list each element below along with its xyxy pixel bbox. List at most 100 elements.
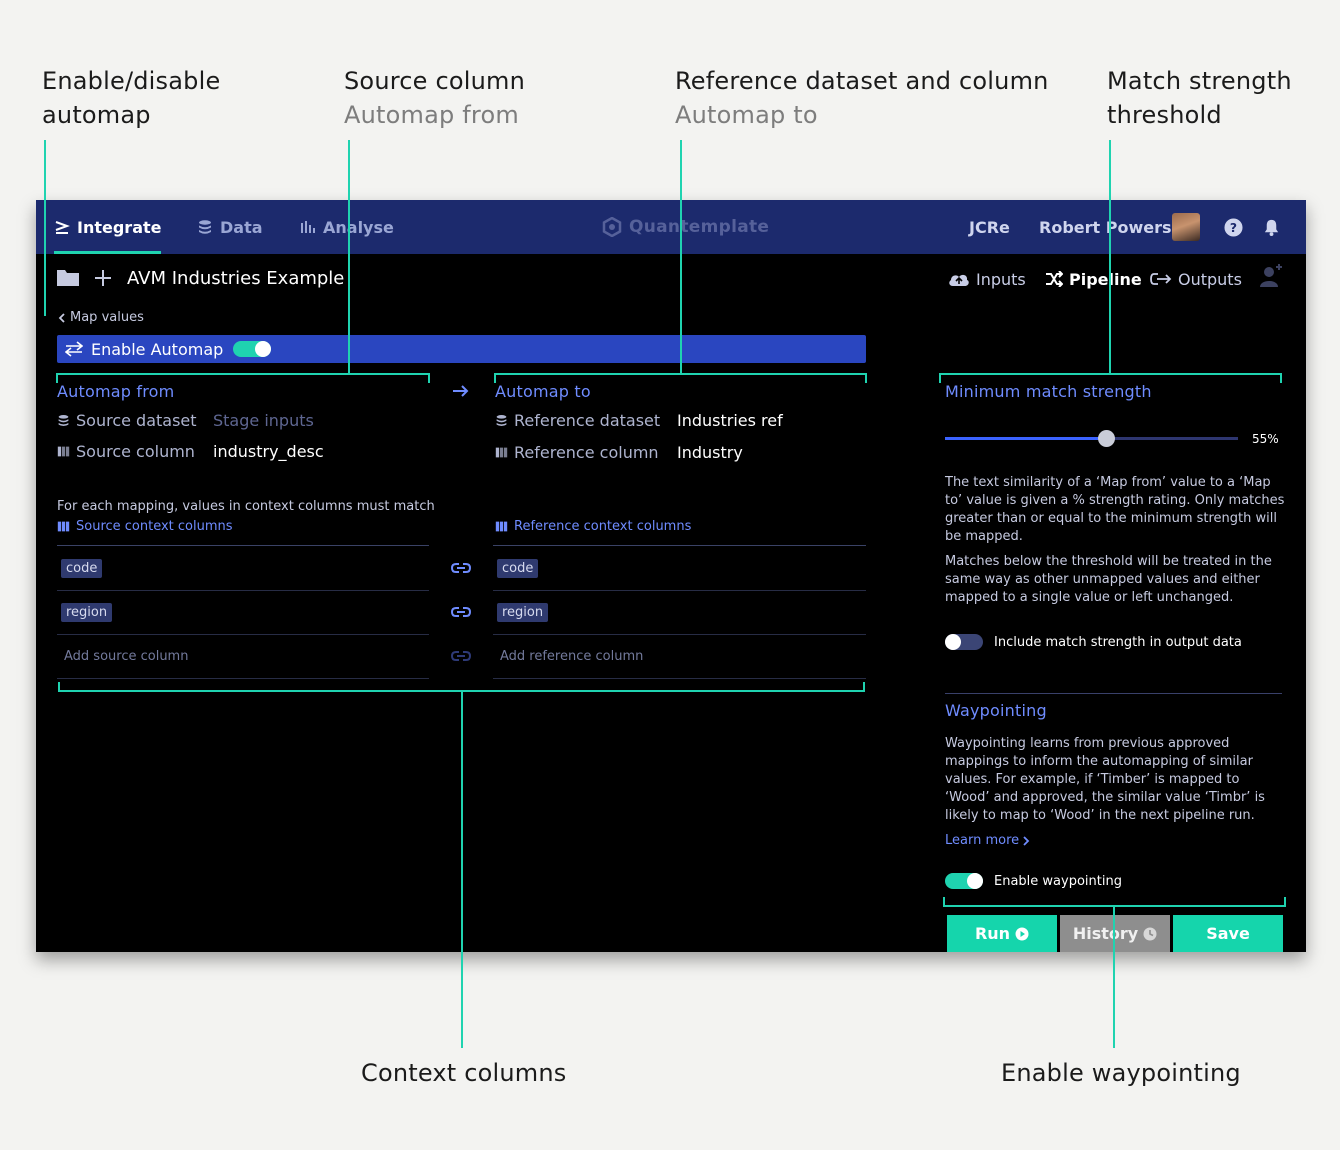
context-bottom-divider [57,678,429,679]
tab-pipeline[interactable]: Pipeline [1045,266,1142,292]
clock-icon [1143,927,1157,940]
enable-waypointing-label: Enable waypointing [994,873,1122,889]
link-icon[interactable] [451,605,471,619]
database-icon [58,415,69,426]
annotation-enable-waypointing: Enable waypointing [1001,1059,1241,1087]
source-dataset-value[interactable]: Stage inputs [213,411,314,430]
run-button[interactable]: Run [947,915,1057,952]
reference-column-value[interactable]: Industry [677,443,743,462]
reference-dataset-label: Reference dataset [514,411,661,430]
tab-inputs-label: Inputs [976,269,1026,289]
callout-line [1109,140,1111,374]
tab-inputs[interactable]: Inputs [948,266,1026,292]
include-match-strength-toggle[interactable] [945,634,983,650]
user-name: Robert Powers [1039,217,1172,237]
add-reference-column-row[interactable]: Add reference column [493,634,866,678]
callout-line [680,140,682,374]
brand-name: Quantemplate [629,217,770,237]
add-source-column[interactable]: Add source column [61,649,188,664]
history-button-label: History [1072,924,1139,943]
avatar[interactable] [1172,213,1200,241]
context-column-tag[interactable]: region [497,603,549,622]
nav-analyse[interactable]: Analyse [300,200,394,254]
waypointing-divider [945,693,1282,694]
reference-column-key: Reference column [495,443,677,462]
waypointing-title: Waypointing [945,701,1047,720]
source-dataset-label: Source dataset [76,411,197,430]
save-button-label: Save [1206,924,1250,943]
database-icon [199,220,211,234]
folder-icon[interactable] [57,270,79,286]
callout-line [56,373,58,383]
link-icon[interactable] [451,561,471,575]
project-title: AVM Industries Example [127,268,345,289]
quantemplate-logo-icon [602,217,622,237]
automap-to-title: Automap to [495,382,591,401]
enable-waypointing-toggle[interactable] [945,873,983,889]
plus-icon[interactable] [94,269,112,287]
callout-line [428,373,430,383]
back-link-map-values[interactable]: Map values [58,310,144,325]
svg-text:?: ? [1230,221,1237,235]
enable-automap-toggle[interactable] [233,341,272,357]
nav-analyse-label: Analyse [323,217,394,237]
user-menu[interactable]: Robert Powers [1039,200,1172,254]
source-context-row[interactable]: region [57,590,429,634]
nav-data[interactable]: Data [197,200,263,254]
integrate-icon [55,221,70,234]
slider-handle[interactable] [1098,430,1116,447]
columns-icon [495,447,508,458]
nav-integrate[interactable]: Integrate [54,200,162,254]
add-source-column-row[interactable]: Add source column [57,634,429,678]
reference-dataset-row: Reference dataset Industries ref [495,411,783,430]
reference-dataset-value[interactable]: Industries ref [677,411,783,430]
callout-line [494,373,867,375]
add-reference-column[interactable]: Add reference column [497,649,643,664]
match-threshold-description: Matches below the threshold will be trea… [945,554,1272,605]
source-column-label: Source column [76,442,195,461]
callout-line [461,690,463,1048]
source-context-row[interactable]: code [57,546,429,590]
nav-data-label: Data [220,217,263,237]
export-icon [1150,273,1172,285]
brand-logo: Quantemplate [602,200,769,254]
waypointing-description: Waypointing learns from previous approve… [945,736,1265,823]
context-column-tag[interactable]: code [61,558,103,578]
automap-from-title: Automap from [57,382,175,401]
play-icon [1015,927,1029,940]
reference-column-row: Reference column Industry [495,443,743,462]
callout-line [58,682,60,692]
toggle-knob [967,873,983,889]
reference-context-row[interactable]: region [493,590,866,634]
min-match-strength-title: Minimum match strength [945,382,1152,401]
reference-column-label: Reference column [514,443,659,462]
annotation-reference: Reference dataset and column Automap to [675,64,1049,132]
save-button[interactable]: Save [1173,915,1283,952]
org-name: JCRe [969,217,1010,237]
history-button[interactable]: History [1060,915,1170,952]
context-column-tag[interactable]: region [61,603,113,622]
toggle-knob [255,341,272,357]
source-dataset-key: Source dataset [57,411,213,430]
callout-line [494,373,496,383]
link-icon [451,651,471,661]
chevron-left-icon [58,312,65,323]
learn-more-link[interactable]: Learn more [945,833,1030,848]
automap-icon [65,341,83,357]
annotation-enable-automap-line1: Enable/disable [42,67,221,95]
match-strength-slider[interactable] [945,430,1238,447]
org-switcher[interactable]: JCRe [969,200,1010,254]
source-context-label-text: Source context columns [76,519,233,534]
callout-line [44,140,46,316]
context-column-tag[interactable]: code [497,558,539,578]
add-user-icon[interactable] [1258,262,1284,288]
reference-context-row[interactable]: code [493,546,866,590]
bell-icon[interactable] [1262,218,1281,237]
toggle-knob [945,634,961,650]
annotation-source-column: Source column Automap from [344,64,525,132]
source-column-value[interactable]: industry_desc [213,442,324,461]
include-match-strength-label: Include match strength in output data [994,634,1242,650]
database-icon [496,415,507,426]
tab-outputs[interactable]: Outputs [1150,266,1242,292]
help-icon[interactable]: ? [1224,218,1243,237]
